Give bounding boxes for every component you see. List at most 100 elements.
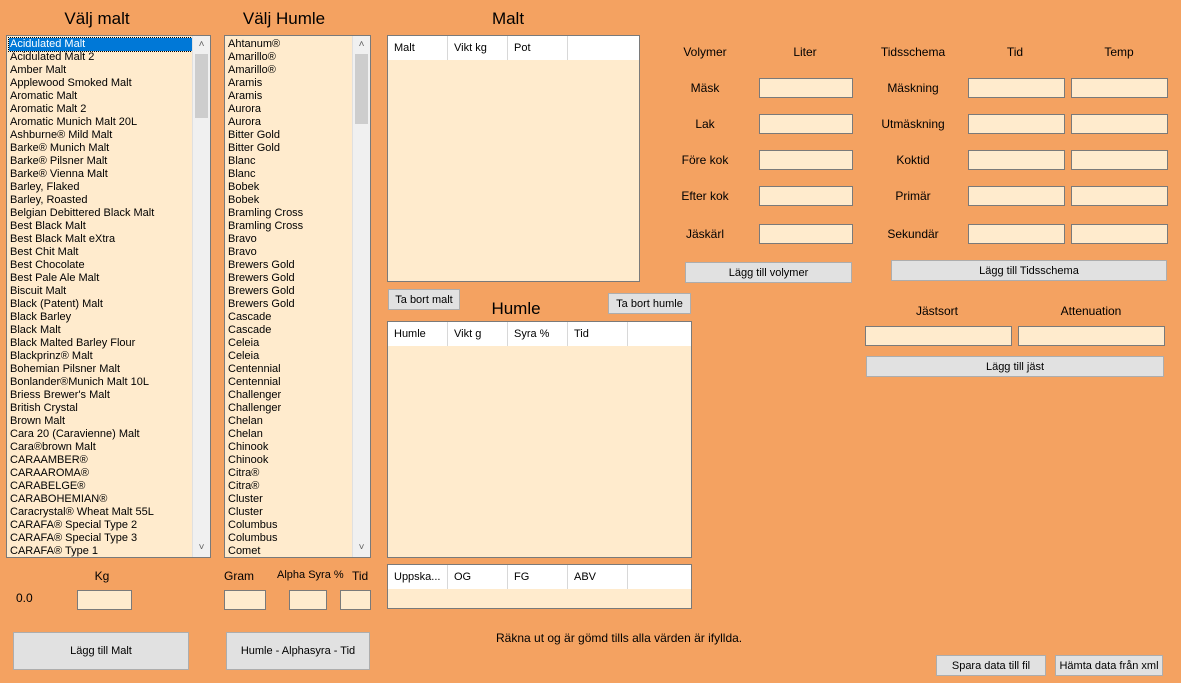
volume-fore-kok-input[interactable] bbox=[759, 150, 853, 170]
column-header[interactable]: ABV bbox=[568, 565, 628, 589]
list-item[interactable]: Aurora bbox=[227, 103, 352, 116]
list-item[interactable]: Bohemian Pilsner Malt bbox=[9, 363, 192, 376]
list-item[interactable]: Amber Malt bbox=[9, 64, 192, 77]
malt-listbox[interactable]: Acidulated Malt Acidulated Malt 2 Amber Ma… bbox=[6, 35, 211, 558]
list-item[interactable]: CARAFA® Special Type 2 bbox=[9, 519, 192, 532]
scroll-up-icon[interactable]: ˄ bbox=[353, 37, 370, 53]
schedule-maskning-temp-input[interactable] bbox=[1071, 78, 1168, 98]
kg-input[interactable] bbox=[77, 590, 132, 610]
schedule-koktid-time-input[interactable] bbox=[968, 150, 1065, 170]
schedule-primar-time-input[interactable] bbox=[968, 186, 1065, 206]
volume-lak-input[interactable] bbox=[759, 114, 853, 134]
alpha-input[interactable] bbox=[289, 590, 327, 610]
list-item[interactable]: Aurora bbox=[227, 116, 352, 129]
list-item[interactable]: Challenger bbox=[227, 389, 352, 402]
list-item[interactable]: CARAFA® Special Type 3 bbox=[9, 532, 192, 545]
list-item[interactable]: Barke® Vienna Malt bbox=[9, 168, 192, 181]
scroll-thumb[interactable] bbox=[195, 54, 208, 118]
scroll-down-icon[interactable]: ˅ bbox=[353, 540, 370, 556]
schedule-koktid-temp-input[interactable] bbox=[1071, 150, 1168, 170]
list-item[interactable]: Barley, Flaked bbox=[9, 181, 192, 194]
remove-hops-button[interactable]: Ta bort humle bbox=[608, 293, 691, 314]
list-item[interactable]: Black Malted Barley Flour bbox=[9, 337, 192, 350]
hops-grid[interactable]: Humle Vikt g Syra % Tid bbox=[387, 321, 692, 558]
add-volumes-button[interactable]: Lägg till volymer bbox=[685, 262, 852, 283]
column-header[interactable]: Humle bbox=[388, 322, 448, 346]
column-header[interactable]: Vikt g bbox=[448, 322, 508, 346]
list-item[interactable]: Bobek bbox=[227, 181, 352, 194]
column-header[interactable]: Tid bbox=[568, 322, 628, 346]
list-item[interactable]: Brewers Gold bbox=[227, 298, 352, 311]
list-item[interactable]: Chinook bbox=[227, 441, 352, 454]
list-item[interactable]: Best Black Malt eXtra bbox=[9, 233, 192, 246]
list-item[interactable]: Columbus bbox=[227, 519, 352, 532]
hops-listbox[interactable]: Ahtanum® Amarillo® Amarillo® Aramis Aramis Au… bbox=[224, 35, 371, 558]
list-item[interactable]: Comet bbox=[227, 545, 352, 557]
list-item[interactable]: Best Chocolate bbox=[9, 259, 192, 272]
add-yeast-button[interactable]: Lägg till jäst bbox=[866, 356, 1164, 377]
add-schedule-button[interactable]: Lägg till Tidsschema bbox=[891, 260, 1167, 281]
list-item[interactable]: Best Black Malt bbox=[9, 220, 192, 233]
list-item[interactable]: Citra® bbox=[227, 467, 352, 480]
list-item[interactable]: Amarillo® bbox=[227, 64, 352, 77]
list-item[interactable]: Bramling Cross bbox=[227, 220, 352, 233]
list-item[interactable]: Bravo bbox=[227, 233, 352, 246]
list-item[interactable]: Bitter Gold bbox=[227, 142, 352, 155]
list-item[interactable]: Blackprinz® Malt bbox=[9, 350, 192, 363]
list-item[interactable]: Bravo bbox=[227, 246, 352, 259]
list-item[interactable]: Brewers Gold bbox=[227, 285, 352, 298]
list-item[interactable]: Ahtanum® bbox=[227, 38, 352, 51]
list-item[interactable]: British Crystal bbox=[9, 402, 192, 415]
list-item[interactable]: Brewers Gold bbox=[227, 272, 352, 285]
list-item[interactable]: Aramis bbox=[227, 90, 352, 103]
malt-grid[interactable]: Malt Vikt kg Pot bbox=[387, 35, 640, 282]
list-item[interactable]: Cluster bbox=[227, 493, 352, 506]
list-item[interactable]: CARABOHEMIAN® bbox=[9, 493, 192, 506]
list-item[interactable]: Biscuit Malt bbox=[9, 285, 192, 298]
list-item[interactable]: Barke® Pilsner Malt bbox=[9, 155, 192, 168]
list-item[interactable]: Aromatic Malt 2 bbox=[9, 103, 192, 116]
list-item[interactable]: Chelan bbox=[227, 415, 352, 428]
list-item[interactable]: Brown Malt bbox=[9, 415, 192, 428]
list-item[interactable]: CARAFA® Type 1 bbox=[9, 545, 192, 557]
list-item[interactable]: Amarillo® bbox=[227, 51, 352, 64]
list-item[interactable]: Cara 20 (Caravienne) Malt bbox=[9, 428, 192, 441]
list-item[interactable]: Aromatic Malt bbox=[9, 90, 192, 103]
list-item[interactable]: Chelan bbox=[227, 428, 352, 441]
list-item[interactable]: CARAAMBER® bbox=[9, 454, 192, 467]
column-header[interactable]: Pot bbox=[508, 36, 568, 60]
schedule-sekundar-time-input[interactable] bbox=[968, 224, 1065, 244]
column-header[interactable]: Uppska... bbox=[388, 565, 448, 589]
list-item[interactable]: Black Barley bbox=[9, 311, 192, 324]
list-item[interactable]: Ashburne® Mild Malt bbox=[9, 129, 192, 142]
gram-input[interactable] bbox=[224, 590, 266, 610]
list-item[interactable]: Celeia bbox=[227, 337, 352, 350]
load-from-xml-button[interactable]: Hämta data från xml bbox=[1055, 655, 1163, 676]
column-header[interactable]: Vikt kg bbox=[448, 36, 508, 60]
list-item[interactable]: Acidulated Malt 2 bbox=[9, 51, 192, 64]
list-item[interactable]: CARAAROMA® bbox=[9, 467, 192, 480]
schedule-primar-temp-input[interactable] bbox=[1071, 186, 1168, 206]
schedule-maskning-time-input[interactable] bbox=[968, 78, 1065, 98]
hops-list-scrollbar[interactable]: ˄ ˅ bbox=[352, 36, 370, 557]
list-item[interactable]: Bobek bbox=[227, 194, 352, 207]
save-to-file-button[interactable]: Spara data till fil bbox=[936, 655, 1046, 676]
list-item[interactable]: Acidulated Malt bbox=[8, 37, 193, 52]
list-item[interactable]: Cascade bbox=[227, 324, 352, 337]
column-header[interactable]: Malt bbox=[388, 36, 448, 60]
schedule-sekundar-temp-input[interactable] bbox=[1071, 224, 1168, 244]
schedule-utmaskning-time-input[interactable] bbox=[968, 114, 1065, 134]
scroll-thumb[interactable] bbox=[355, 54, 368, 124]
result-grid[interactable]: Uppska... OG FG ABV bbox=[387, 564, 692, 609]
malt-list-scrollbar[interactable]: ˄ ˅ bbox=[192, 36, 210, 557]
list-item[interactable]: Chinook bbox=[227, 454, 352, 467]
column-header[interactable]: Syra % bbox=[508, 322, 568, 346]
list-item[interactable]: Centennial bbox=[227, 363, 352, 376]
attenuation-input[interactable] bbox=[1018, 326, 1165, 346]
list-item[interactable]: Celeia bbox=[227, 350, 352, 363]
add-hops-button[interactable]: Humle - Alphasyra - Tid bbox=[226, 632, 370, 670]
tid-input[interactable] bbox=[340, 590, 371, 610]
list-item[interactable]: Cascade bbox=[227, 311, 352, 324]
list-item[interactable]: Best Chit Malt bbox=[9, 246, 192, 259]
add-malt-button[interactable]: Lägg till Malt bbox=[13, 632, 189, 670]
